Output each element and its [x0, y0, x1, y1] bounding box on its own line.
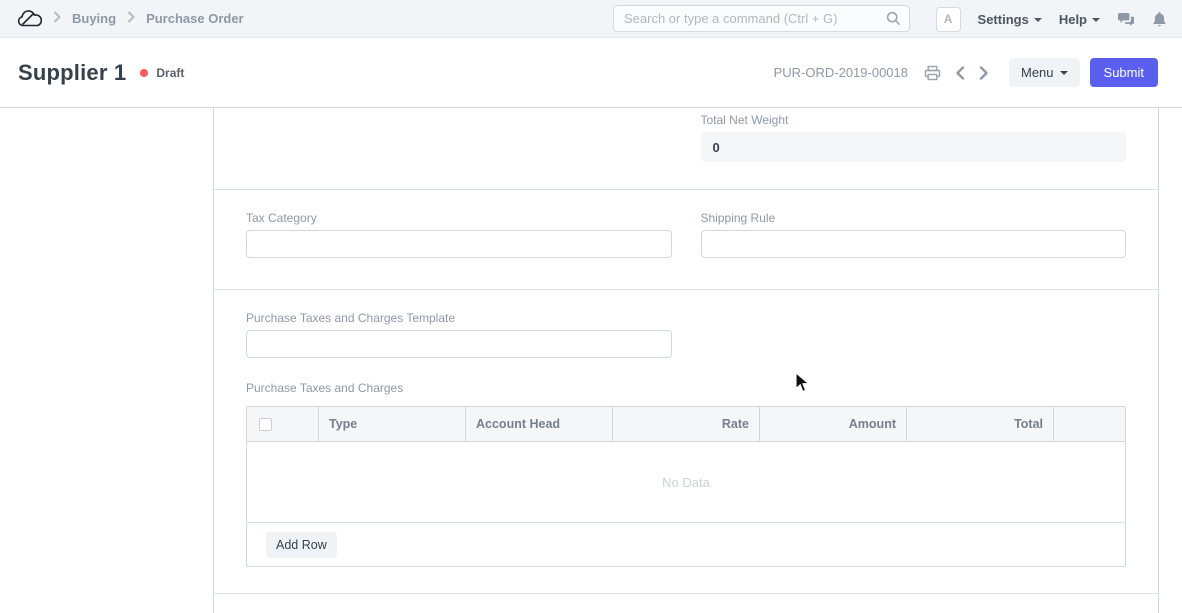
- taxes-table-header: Type Account Head Rate Amount Total: [247, 407, 1125, 442]
- shipping-rule-input[interactable]: [701, 230, 1127, 258]
- settings-label: Settings: [978, 12, 1029, 27]
- breadcrumb-buying[interactable]: Buying: [72, 11, 116, 26]
- page-title: Supplier 1: [18, 60, 126, 86]
- tax-category-input[interactable]: [246, 230, 672, 258]
- no-data-text: No Data: [662, 475, 710, 490]
- select-all-cell: [247, 407, 319, 441]
- status-badge: Draft: [156, 66, 184, 80]
- search-icon[interactable]: [886, 11, 901, 26]
- column-header-account-head[interactable]: Account Head: [466, 407, 613, 441]
- navbar: Buying Purchase Order A Settings Help: [0, 0, 1182, 38]
- tax-category-label: Tax Category: [246, 210, 672, 226]
- column-header-type[interactable]: Type: [319, 407, 466, 441]
- taxes-table-footer: Add Row: [247, 523, 1125, 566]
- breadcrumb-chevron-icon: [53, 10, 61, 28]
- next-document-icon[interactable]: [977, 64, 991, 82]
- submit-button-label: Submit: [1104, 65, 1144, 80]
- taxes-template-label: Purchase Taxes and Charges Template: [246, 310, 672, 326]
- submit-button[interactable]: Submit: [1090, 58, 1158, 87]
- shipping-rule-label: Shipping Rule: [701, 210, 1127, 226]
- status-indicator-dot: [140, 69, 148, 77]
- menu-button[interactable]: Menu: [1009, 58, 1080, 87]
- document-id: PUR-ORD-2019-00018: [774, 65, 908, 80]
- taxes-template-input[interactable]: [246, 330, 672, 358]
- form-card: Total Net Weight 0 Tax Category Shipping…: [213, 108, 1159, 613]
- taxes-table-empty-state: No Data: [247, 442, 1125, 523]
- chevron-down-icon: [1092, 18, 1100, 22]
- section-taxes-charges: Purchase Taxes and Charges Template Purc…: [214, 290, 1158, 594]
- select-all-checkbox[interactable]: [259, 418, 272, 431]
- column-header-amount[interactable]: Amount: [760, 407, 907, 441]
- chat-icon[interactable]: [1117, 12, 1135, 27]
- total-net-weight-value: 0: [701, 132, 1127, 162]
- notifications-bell-icon[interactable]: [1152, 11, 1167, 27]
- add-row-button[interactable]: Add Row: [266, 532, 337, 558]
- help-label: Help: [1059, 12, 1087, 27]
- previous-document-icon[interactable]: [953, 64, 967, 82]
- global-search: [613, 5, 910, 32]
- chevron-down-icon: [1034, 18, 1042, 22]
- settings-menu[interactable]: Settings: [978, 12, 1042, 27]
- app-logo-icon[interactable]: [16, 9, 42, 29]
- breadcrumb-chevron-icon: [127, 10, 135, 28]
- taxes-table: Type Account Head Rate Amount Total No D…: [246, 406, 1126, 567]
- print-icon[interactable]: [922, 63, 943, 83]
- column-header-actions: [1054, 407, 1125, 441]
- avatar[interactable]: A: [936, 7, 961, 32]
- section-tax-shipping: Tax Category Shipping Rule: [214, 190, 1158, 290]
- column-header-total[interactable]: Total: [907, 407, 1054, 441]
- help-menu[interactable]: Help: [1059, 12, 1100, 27]
- taxes-table-label: Purchase Taxes and Charges: [246, 380, 1126, 396]
- search-input[interactable]: [614, 11, 886, 26]
- chevron-down-icon: [1060, 71, 1068, 75]
- next-section-start: [214, 594, 1158, 612]
- page-header: Supplier 1 Draft PUR-ORD-2019-00018 Menu…: [0, 38, 1182, 108]
- total-net-weight-label: Total Net Weight: [701, 112, 1127, 128]
- column-header-rate[interactable]: Rate: [613, 407, 760, 441]
- menu-button-label: Menu: [1021, 65, 1054, 80]
- section-totals: Total Net Weight 0: [214, 108, 1158, 190]
- breadcrumb-purchase-order[interactable]: Purchase Order: [146, 11, 244, 26]
- form-body: Total Net Weight 0 Tax Category Shipping…: [0, 108, 1182, 613]
